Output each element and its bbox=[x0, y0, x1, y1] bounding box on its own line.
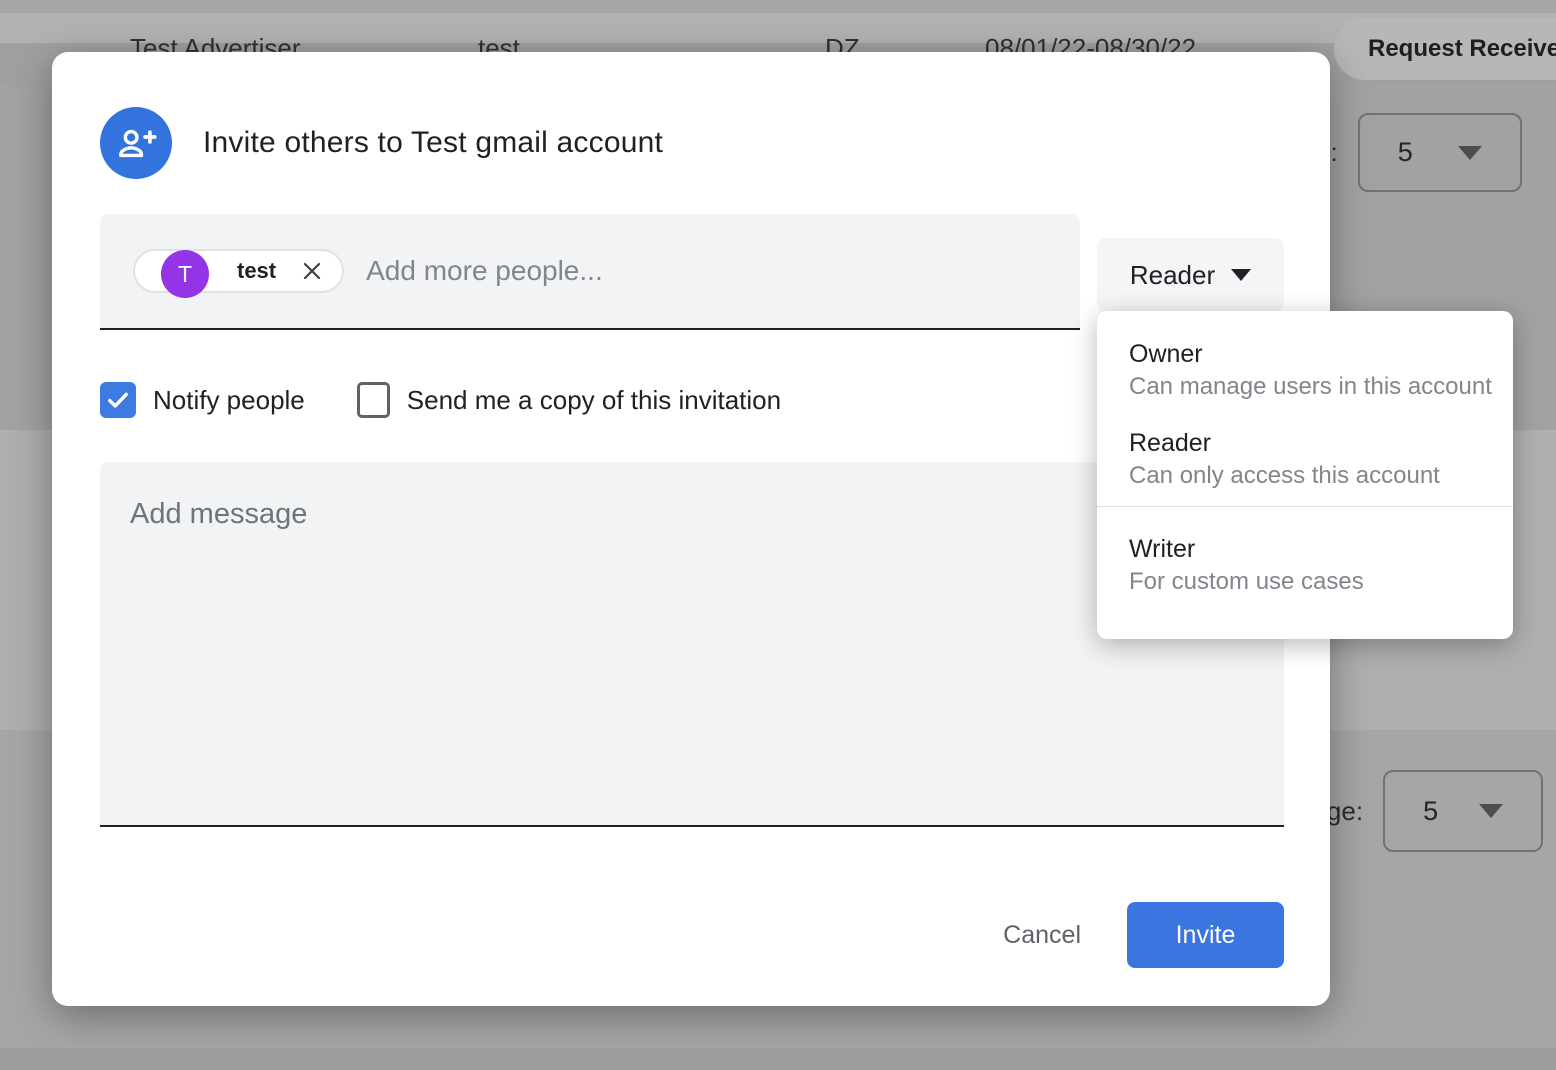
person-add-icon bbox=[100, 107, 172, 179]
screen: Test Advertiser test DZ 08/01/22-08/30/2… bbox=[0, 0, 1556, 1070]
rows-per-page-select[interactable]: 5 bbox=[1383, 770, 1543, 852]
menu-item-writer[interactable]: Writer For custom use cases bbox=[1097, 507, 1513, 599]
chevron-down-icon bbox=[1479, 804, 1503, 818]
chevron-down-icon bbox=[1231, 269, 1251, 281]
add-people-placeholder: Add more people... bbox=[366, 255, 603, 287]
notify-people-checkbox[interactable] bbox=[100, 382, 136, 418]
status-badge-request-received[interactable]: Request Received bbox=[1334, 18, 1556, 80]
remove-recipient-icon[interactable] bbox=[300, 259, 324, 283]
rows-per-page-value: 5 bbox=[1423, 796, 1438, 827]
background-band bbox=[0, 1048, 1556, 1070]
rows-per-page-bottom: page: 5 bbox=[1298, 770, 1543, 852]
avatar: T bbox=[161, 250, 209, 298]
cancel-button[interactable]: Cancel bbox=[995, 911, 1089, 960]
recipient-chip-label: test bbox=[237, 258, 276, 284]
role-dropdown-label: Reader bbox=[1130, 260, 1215, 291]
dialog-actions: Cancel Invite bbox=[995, 902, 1284, 968]
menu-item-description: For custom use cases bbox=[1129, 565, 1513, 599]
options-row: Notify people Send me a copy of this inv… bbox=[100, 382, 781, 418]
chevron-down-icon bbox=[1458, 146, 1482, 160]
menu-item-owner[interactable]: Owner Can manage users in this account bbox=[1097, 311, 1513, 404]
invite-button[interactable]: Invite bbox=[1127, 902, 1284, 968]
menu-item-reader[interactable]: Reader Can only access this account bbox=[1097, 404, 1513, 493]
menu-item-name: Writer bbox=[1129, 533, 1513, 565]
status-badge-label: Request Received bbox=[1368, 35, 1556, 63]
rows-per-page-value: 5 bbox=[1398, 137, 1413, 168]
menu-item-description: Can manage users in this account bbox=[1129, 370, 1513, 404]
role-dropdown-button[interactable]: Reader bbox=[1097, 238, 1284, 312]
notify-people-label: Notify people bbox=[153, 385, 305, 416]
menu-item-description: Can only access this account bbox=[1129, 459, 1513, 493]
role-menu: Owner Can manage users in this account R… bbox=[1097, 311, 1513, 639]
rows-per-page-top: e: 5 bbox=[1316, 113, 1522, 192]
send-copy-checkbox[interactable] bbox=[357, 382, 390, 418]
menu-item-name: Reader bbox=[1129, 427, 1513, 459]
background-toolbar-band bbox=[0, 0, 1556, 13]
add-people-input[interactable]: T test Add more people... bbox=[100, 214, 1080, 330]
send-copy-label: Send me a copy of this invitation bbox=[407, 385, 781, 416]
dialog-title: Invite others to Test gmail account bbox=[203, 126, 663, 160]
menu-item-name: Owner bbox=[1129, 338, 1513, 370]
rows-per-page-select[interactable]: 5 bbox=[1358, 113, 1522, 192]
message-placeholder: Add message bbox=[130, 498, 307, 530]
dialog-header: Invite others to Test gmail account bbox=[100, 107, 663, 179]
recipient-chip[interactable]: T test bbox=[133, 249, 344, 293]
